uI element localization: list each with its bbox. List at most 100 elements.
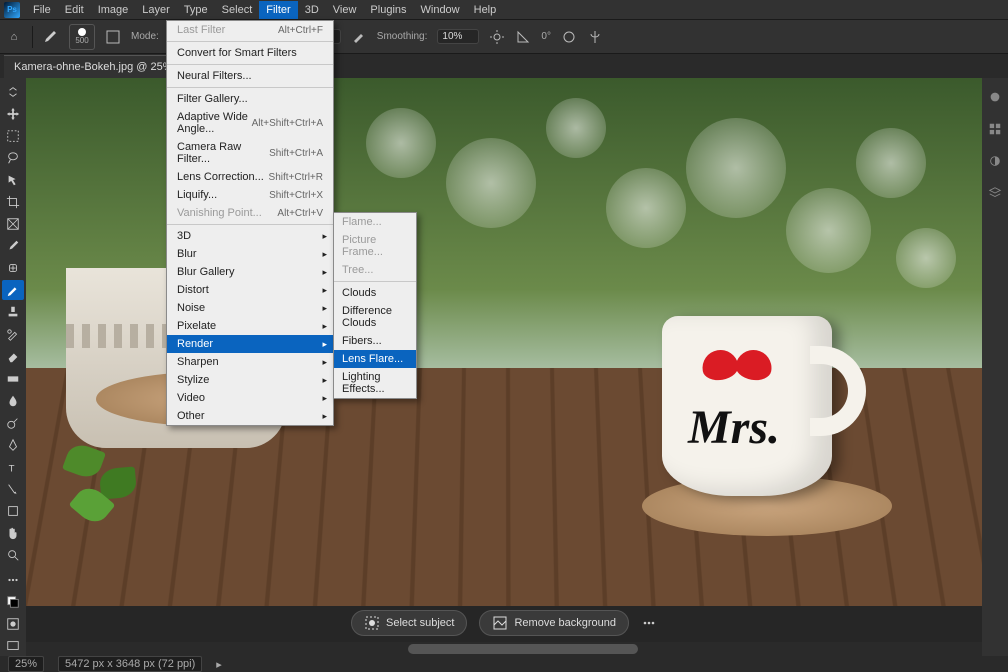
render-lighting-effects[interactable]: Lighting Effects...	[334, 368, 416, 398]
symmetry-icon[interactable]	[587, 29, 603, 45]
history-brush-tool[interactable]	[2, 325, 24, 345]
remove-bg-label: Remove background	[514, 617, 616, 629]
taskbar-more-icon[interactable]	[641, 615, 657, 631]
filter-lens-correction[interactable]: Lens Correction...Shift+Ctrl+R	[167, 168, 333, 186]
menu-3d[interactable]: 3D	[298, 1, 326, 19]
scrollbar-thumb[interactable]	[408, 644, 637, 654]
select-subject-button[interactable]: Select subject	[351, 610, 467, 636]
lasso-tool[interactable]	[2, 148, 24, 168]
chevron-right-icon: ▸	[322, 231, 327, 242]
filter-blur-gallery[interactable]: Blur Gallery▸	[167, 263, 333, 281]
filter-blur[interactable]: Blur▸	[167, 245, 333, 263]
filter-convert-smart[interactable]: Convert for Smart Filters	[167, 44, 333, 62]
filter-noise[interactable]: Noise▸	[167, 299, 333, 317]
filter-stylize[interactable]: Stylize▸	[167, 371, 333, 389]
angle-icon[interactable]	[515, 29, 531, 45]
menu-plugins[interactable]: Plugins	[363, 1, 413, 19]
render-difference-clouds[interactable]: Difference Clouds	[334, 302, 416, 332]
menu-type[interactable]: Type	[177, 1, 215, 19]
shape-tool[interactable]	[2, 501, 24, 521]
smoothing-label: Smoothing:	[377, 31, 428, 42]
document-info[interactable]: 5472 px x 3648 px (72 ppi)	[58, 656, 202, 672]
home-icon[interactable]: ⌂	[6, 29, 22, 45]
mode-label: Mode:	[131, 31, 159, 42]
menu-view[interactable]: View	[326, 1, 364, 19]
document-tabs: Kamera-ohne-Bokeh.jpg @ 25% (Bokeh ×	[0, 54, 1008, 78]
marquee-tool[interactable]	[2, 126, 24, 146]
right-panels-collapsed	[982, 78, 1008, 656]
edit-toolbar-icon[interactable]	[2, 570, 24, 590]
ivy-leaves	[66, 446, 206, 546]
brush-preview[interactable]: 500	[69, 24, 95, 50]
menu-filter[interactable]: Filter	[259, 1, 297, 19]
menu-image[interactable]: Image	[91, 1, 136, 19]
menu-select[interactable]: Select	[215, 1, 260, 19]
swatches-panel-icon[interactable]	[984, 118, 1006, 140]
select-subject-icon	[364, 615, 380, 631]
horizontal-scrollbar[interactable]	[26, 642, 982, 656]
stamp-tool[interactable]	[2, 302, 24, 322]
smoothing-gear-icon[interactable]	[489, 29, 505, 45]
render-fibers[interactable]: Fibers...	[334, 332, 416, 350]
menu-edit[interactable]: Edit	[58, 1, 91, 19]
angle-value: 0°	[541, 31, 551, 42]
filter-pixelate[interactable]: Pixelate▸	[167, 317, 333, 335]
frame-tool[interactable]	[2, 214, 24, 234]
render-clouds[interactable]: Clouds	[334, 284, 416, 302]
separator	[32, 26, 33, 48]
smoothing-input[interactable]: 10%	[437, 29, 479, 44]
status-bar: 25% 5472 px x 3648 px (72 ppi) ▸	[0, 656, 1008, 672]
filter-neural[interactable]: Neural Filters...	[167, 67, 333, 85]
color-panel-icon[interactable]	[984, 86, 1006, 108]
filter-distort[interactable]: Distort▸	[167, 281, 333, 299]
healing-tool[interactable]	[2, 258, 24, 278]
render-flame: Flame...	[334, 213, 416, 231]
selection-tool[interactable]	[2, 170, 24, 190]
filter-liquify[interactable]: Liquify...Shift+Ctrl+X	[167, 186, 333, 204]
eyedropper-tool[interactable]	[2, 236, 24, 256]
path-tool[interactable]	[2, 479, 24, 499]
gradient-tool[interactable]	[2, 369, 24, 389]
menu-window[interactable]: Window	[414, 1, 467, 19]
menu-file[interactable]: File	[26, 1, 58, 19]
menubar: Ps File Edit Image Layer Type Select Fil…	[0, 0, 1008, 20]
pressure-size-icon[interactable]	[561, 29, 577, 45]
filter-menu-dropdown: Last FilterAlt+Ctrl+F Convert for Smart …	[166, 20, 334, 426]
remove-bg-icon	[492, 615, 508, 631]
brush-tool[interactable]	[2, 280, 24, 300]
filter-video[interactable]: Video▸	[167, 389, 333, 407]
svg-text:T: T	[9, 463, 15, 474]
chevron-right-icon[interactable]: ▸	[216, 658, 222, 671]
zoom-tool[interactable]	[2, 545, 24, 565]
brush-panel-icon[interactable]	[105, 29, 121, 45]
airbrush-icon[interactable]	[351, 29, 367, 45]
move-tool[interactable]	[2, 104, 24, 124]
filter-render[interactable]: Render▸	[167, 335, 333, 353]
pen-tool[interactable]	[2, 435, 24, 455]
blur-tool[interactable]	[2, 391, 24, 411]
menu-layer[interactable]: Layer	[135, 1, 177, 19]
adjustments-panel-icon[interactable]	[984, 150, 1006, 172]
filter-other[interactable]: Other▸	[167, 407, 333, 425]
hand-tool[interactable]	[2, 523, 24, 543]
remove-background-button[interactable]: Remove background	[479, 610, 629, 636]
layers-panel-icon[interactable]	[984, 182, 1006, 204]
filter-gallery[interactable]: Filter Gallery...	[167, 90, 333, 108]
crop-tool[interactable]	[2, 192, 24, 212]
zoom-level[interactable]: 25%	[8, 656, 44, 672]
workspace: T	[0, 78, 1008, 656]
quickmask-icon[interactable]	[2, 614, 24, 634]
color-swatches[interactable]	[2, 592, 24, 612]
chevron-expand-icon[interactable]	[2, 82, 24, 102]
eraser-tool[interactable]	[2, 347, 24, 367]
brush-size-value: 500	[75, 36, 88, 45]
dodge-tool[interactable]	[2, 413, 24, 433]
filter-3d[interactable]: 3D▸	[167, 227, 333, 245]
type-tool[interactable]: T	[2, 457, 24, 477]
menu-help[interactable]: Help	[467, 1, 504, 19]
screenmode-icon[interactable]	[2, 636, 24, 656]
filter-camera-raw[interactable]: Camera Raw Filter...Shift+Ctrl+A	[167, 138, 333, 168]
filter-adaptive-wide-angle[interactable]: Adaptive Wide Angle...Alt+Shift+Ctrl+A	[167, 108, 333, 138]
filter-sharpen[interactable]: Sharpen▸	[167, 353, 333, 371]
render-lens-flare[interactable]: Lens Flare...	[334, 350, 416, 368]
